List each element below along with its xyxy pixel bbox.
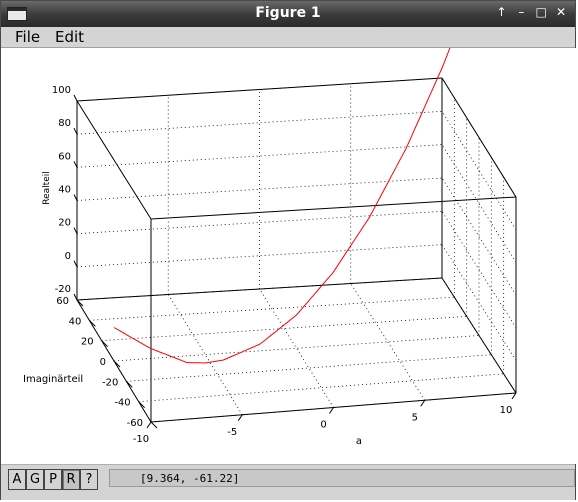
grid-line [138,373,504,403]
grid-line [113,335,480,362]
x-tick-label: 5 [412,412,418,423]
x-axis-label: a [356,436,362,447]
y-tick-label: 60 [56,296,69,307]
y-tick-label: 0 [100,357,106,368]
menu-file[interactable]: File [15,28,40,46]
box-edge [76,277,443,301]
grid-line [167,294,243,415]
z-tick-label: 100 [52,85,71,96]
grid-line [76,110,443,135]
title-bar[interactable]: Figure 1 ↑ – □ ✕ [1,1,575,27]
z-tick-label: 40 [58,185,71,196]
box-edge [76,100,152,220]
minimize-icon[interactable]: – [513,5,529,19]
raise-icon[interactable]: ↑ [494,5,510,19]
x-tick [511,392,517,400]
y-tick-label: -40 [114,398,130,409]
close-icon[interactable]: ✕ [553,5,569,19]
z-tick-label: 20 [58,218,71,229]
pan-button[interactable]: P [44,469,62,490]
x-tick [420,399,426,407]
grid-button[interactable]: G [26,469,44,490]
grid-line [76,177,443,201]
y-tick [150,421,158,429]
grid-line [441,177,517,296]
y-tick-label: 40 [69,316,82,327]
grid-line [259,288,334,408]
z-tick-label: 0 [65,251,71,262]
y-axis-label: Imaginärteil [23,374,83,385]
z-tick-label: 60 [58,151,71,162]
help-button[interactable]: ? [80,469,98,490]
figure-window: Figure 1 ↑ – □ ✕ File Edit -10 -5 0 5 10 -60 -… [0,0,577,500]
grid-line [126,354,492,382]
rotate-button[interactable]: R [62,469,80,490]
z-tick-label: 80 [58,118,71,129]
grid-line [441,211,517,328]
menu-bar: File Edit [1,27,575,48]
grid-line [76,210,443,235]
x-tick-label: 10 [500,405,513,416]
box-edge [150,196,517,220]
menu-edit[interactable]: Edit [55,28,84,46]
z-tick [73,94,78,102]
x-tick [146,421,152,429]
window-title: Figure 1 [255,5,321,21]
coordinate-readout: [9.364, -61.22] [109,469,575,487]
y-tick-label: 20 [81,337,94,348]
y-tick-label: -60 [127,418,143,429]
chart-3d: -10-50510-60-40-200204060-20020406080100… [23,0,517,447]
autoscale-button[interactable]: A [8,469,26,490]
y-tick-label: -20 [102,377,118,388]
plot-area[interactable]: -10 -5 0 5 10 -60 -40 -20 0 20 40 60 -20 0 20 40 60 80 100… [1,0,577,464]
maximize-icon[interactable]: □ [533,5,549,19]
x-tick-label: -5 [227,427,237,438]
x-tick-label: 0 [320,420,326,431]
box-edge [76,77,443,102]
x-tick-label: -10 [133,434,149,445]
grid-line [350,283,426,401]
x-tick [329,407,334,414]
grid-line [441,244,517,361]
grid-line [101,315,467,342]
x-tick [237,414,243,422]
status-bar: A G P R ? [9.364, -61.22] [1,464,575,500]
grid-line [76,244,443,268]
z-tick-label: -20 [55,284,71,295]
z-axis-label: Realteil [42,171,52,204]
